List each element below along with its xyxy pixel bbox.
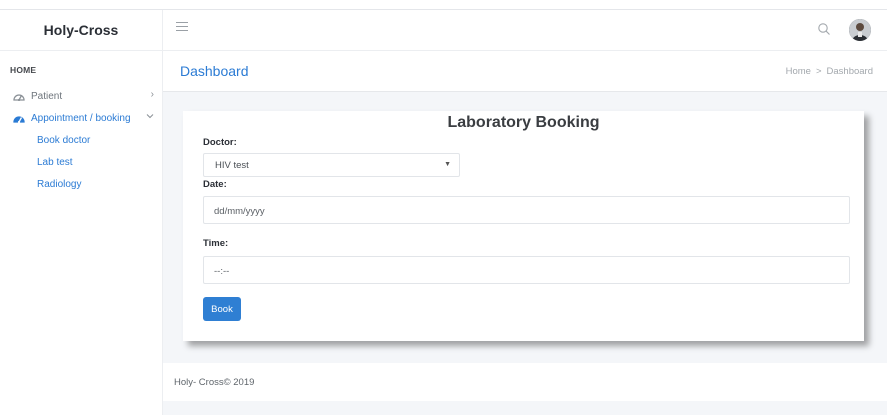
sidebar-heading-home: HOME (10, 65, 37, 75)
breadcrumb-home-link[interactable]: Home (786, 66, 811, 77)
dashboard-gauge-icon (12, 111, 26, 125)
time-label: Time: (203, 238, 229, 249)
bottom-strip (163, 401, 887, 415)
footer-copyright: Holy- Cross© 2019 (174, 377, 255, 388)
sidebar-subitem-book-doctor[interactable]: Book doctor (0, 129, 162, 151)
top-border (0, 0, 887, 10)
date-input[interactable]: dd/mm/yyyy (203, 196, 850, 224)
time-input[interactable]: --:-- (203, 256, 850, 284)
time-input-placeholder: --:-- (214, 266, 230, 277)
dashboard-gauge-icon (12, 89, 26, 103)
laboratory-booking-card: Laboratory Booking Doctor: HIV test ▼ Da… (183, 111, 864, 341)
breadcrumb: Home > Dashboard (786, 66, 873, 77)
sidebar-item-appointment-booking[interactable]: Appointment / booking (0, 107, 162, 129)
doctor-select-value: HIV test (215, 160, 249, 171)
sidebar: Holy-Cross HOME Patient › Appointment / … (0, 10, 163, 415)
footer: Holy- Cross© 2019 (163, 363, 887, 401)
user-avatar[interactable] (849, 19, 871, 41)
page-title: Dashboard (180, 63, 249, 79)
breadcrumb-current: Dashboard (826, 66, 873, 77)
date-input-placeholder: dd/mm/yyyy (214, 206, 265, 217)
chevron-right-icon: › (150, 89, 154, 100)
form-title: Laboratory Booking (447, 114, 600, 131)
breadcrumb-separator: > (815, 66, 822, 77)
page-title-bar: Dashboard Home > Dashboard (163, 51, 887, 92)
chevron-down-icon (146, 111, 154, 122)
brand-logo[interactable]: Holy-Cross (0, 10, 162, 51)
search-icon[interactable] (817, 22, 831, 36)
sidebar-item-label: Appointment / booking (31, 112, 131, 124)
doctor-select[interactable]: HIV test ▼ (203, 153, 460, 177)
dropdown-caret-icon: ▼ (444, 161, 451, 168)
doctor-label: Doctor: (203, 137, 237, 148)
top-header (163, 10, 887, 51)
sidebar-subitem-radiology[interactable]: Radiology (0, 173, 162, 195)
date-label: Date: (203, 179, 227, 190)
sidebar-item-label: Patient (31, 90, 63, 102)
sidebar-item-patient[interactable]: Patient › (0, 85, 162, 107)
sidebar-subitem-lab-test[interactable]: Lab test (0, 151, 162, 173)
book-button[interactable]: Book (203, 297, 241, 321)
hamburger-icon[interactable] (176, 22, 188, 36)
